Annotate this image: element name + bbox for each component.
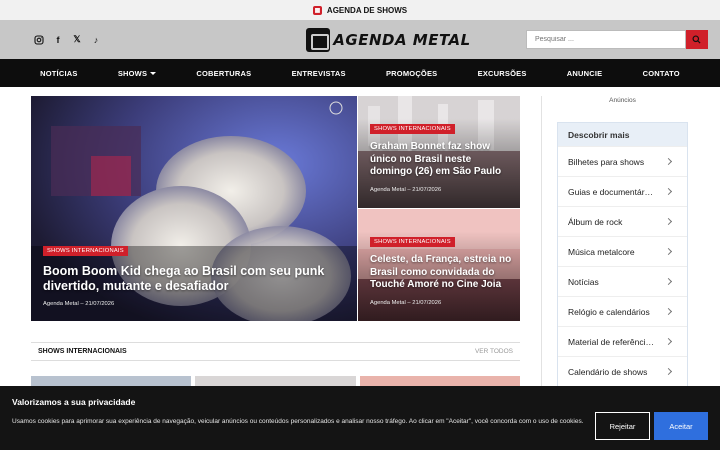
discover-title: Descobrir mais [558, 123, 687, 146]
discover-item[interactable]: Bilhetes para shows [558, 146, 687, 176]
site-header: f 𝕏 ♪ AGENDA METAL [0, 20, 720, 59]
x-icon[interactable]: 𝕏 [72, 34, 82, 45]
accept-cookies-button[interactable]: Aceitar [654, 412, 708, 440]
nav-excursoes[interactable]: EXCURSÕES [478, 69, 527, 78]
search-input[interactable] [525, 30, 686, 49]
discover-item[interactable]: Álbum de rock [558, 206, 687, 236]
main-nav: NOTÍCIAS SHOWS COBERTURAS ENTREVISTAS PR… [0, 59, 720, 87]
featured-side-article-2[interactable]: SHOWS INTERNACIONAIS Celeste, da França,… [358, 209, 520, 321]
featured-side-article-1[interactable]: SHOWS INTERNACIONAIS Graham Bonnet faz s… [358, 96, 520, 208]
featured-main-meta: Agenda Metal – 21/07/2026 [43, 301, 115, 307]
chevron-right-icon [664, 187, 673, 196]
discover-item[interactable]: Relógio e calendários [558, 296, 687, 326]
chevron-right-icon [664, 217, 673, 226]
section-title: SHOWS INTERNACIONAIS [38, 348, 127, 355]
discover-item[interactable]: Material de referênci… [558, 326, 687, 356]
discover-item[interactable]: Música metalcore [558, 236, 687, 266]
nav-anuncie[interactable]: ANUNCIE [567, 69, 603, 78]
logo-text: AGENDA METAL [333, 30, 471, 49]
chevron-right-icon [664, 277, 673, 286]
nav-coberturas[interactable]: COBERTURAS [196, 69, 251, 78]
cookie-title: Valorizamos a sua privacidade [12, 397, 136, 407]
discover-more-panel: Descobrir mais Bilhetes para shows Guias… [557, 122, 688, 387]
instagram-icon[interactable] [34, 34, 44, 45]
featured-side-meta-2: Agenda Metal – 21/07/2026 [370, 300, 442, 306]
discover-item[interactable]: Calendário de shows [558, 356, 687, 386]
tiktok-icon[interactable]: ♪ [91, 35, 101, 45]
calendar-icon: ▦ [312, 5, 322, 15]
ads-label: Anúncios [609, 97, 636, 104]
chevron-right-icon [664, 367, 673, 376]
chevron-right-icon [664, 157, 673, 166]
featured-side-title-2[interactable]: Celeste, da França, estreia no Brasil co… [370, 254, 515, 292]
search-form [525, 30, 708, 49]
reject-cookies-button[interactable]: Rejeitar [595, 412, 650, 440]
featured-side-meta-1: Agenda Metal – 21/07/2026 [370, 187, 442, 193]
nav-contato[interactable]: CONTATO [643, 69, 680, 78]
discover-item[interactable]: Notícias [558, 266, 687, 296]
nav-shows[interactable]: SHOWS [118, 69, 157, 78]
ver-todos-link[interactable]: VER TODOS [475, 348, 513, 355]
chevron-right-icon [664, 247, 673, 256]
site-logo[interactable]: AGENDA METAL [306, 27, 471, 52]
cookie-text: Usamos cookies para aprimorar sua experi… [12, 418, 584, 425]
section-header: SHOWS INTERNACIONAIS VER TODOS [31, 342, 520, 361]
chevron-right-icon [664, 337, 673, 346]
featured-main-article[interactable]: SHOWS INTERNACIONAIS Boom Boom Kid chega… [31, 96, 357, 321]
nav-entrevistas[interactable]: ENTREVISTAS [292, 69, 346, 78]
column-divider [541, 96, 542, 396]
featured-side-tag-1[interactable]: SHOWS INTERNACIONAIS [370, 124, 455, 134]
search-icon [692, 35, 701, 44]
social-links: f 𝕏 ♪ [34, 34, 101, 45]
nav-noticias[interactable]: NOTÍCIAS [40, 69, 77, 78]
top-bar: ▦ AGENDA DE SHOWS [0, 0, 720, 20]
chevron-right-icon [664, 307, 673, 316]
featured-side-title-1[interactable]: Graham Bonnet faz show único no Brasil n… [370, 141, 515, 179]
nav-promocoes[interactable]: PROMOÇÕES [386, 69, 437, 78]
featured-main-tag[interactable]: SHOWS INTERNACIONAIS [43, 246, 128, 256]
featured-side-tag-2[interactable]: SHOWS INTERNACIONAIS [370, 237, 455, 247]
logo-mark-icon [306, 27, 331, 52]
discover-item[interactable]: Guias e documentár… [558, 176, 687, 206]
search-button[interactable] [685, 30, 708, 49]
facebook-icon[interactable]: f [53, 35, 63, 45]
featured-main-title[interactable]: Boom Boom Kid chega ao Brasil com seu pu… [43, 264, 333, 294]
agenda-de-shows-link[interactable]: AGENDA DE SHOWS [327, 6, 407, 15]
caret-down-icon [150, 71, 157, 75]
